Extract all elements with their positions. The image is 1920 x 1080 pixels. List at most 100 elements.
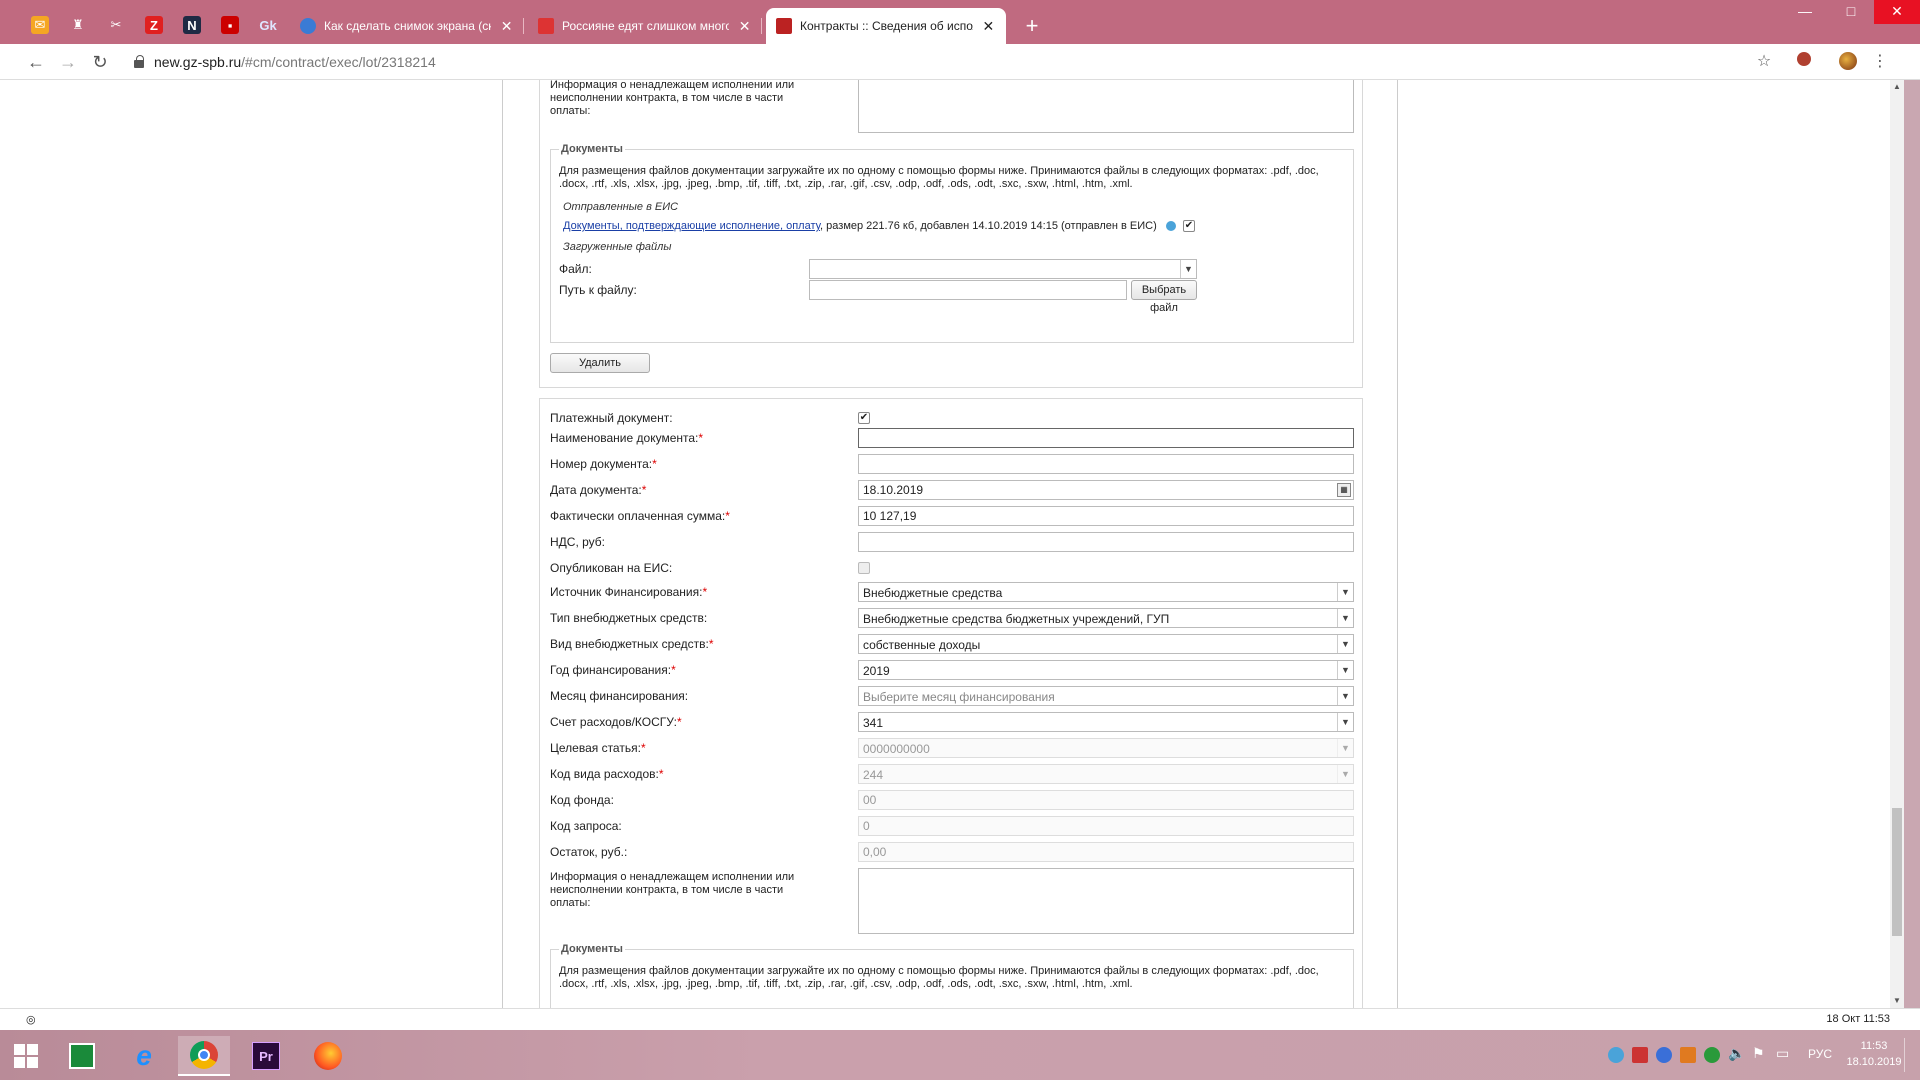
- tab-news[interactable]: Россияне едят слишком много ✕: [528, 8, 762, 44]
- tray-app-icon[interactable]: [1608, 1047, 1624, 1063]
- pinned-tab-2[interactable]: ♜: [60, 10, 96, 40]
- doc-date-label: Дата документа:*: [550, 483, 647, 497]
- payment-doc-checkbox[interactable]: ✔: [858, 412, 870, 424]
- taskbar-chrome[interactable]: [178, 1036, 230, 1076]
- address-bar[interactable]: new.gz-spb.ru/#cm/contract/exec/lot/2318…: [124, 50, 1764, 74]
- pinned-tab-7[interactable]: Gk: [250, 10, 286, 40]
- chevron-down-icon: ▼: [1337, 739, 1353, 757]
- doc-name-input[interactable]: [858, 428, 1354, 448]
- info-textarea[interactable]: [858, 868, 1354, 934]
- payment-record-panel: Платежный документ: ✔ Наименование докум…: [539, 398, 1363, 1008]
- tray-app-icon[interactable]: [1632, 1047, 1648, 1063]
- doc-number-input[interactable]: [858, 454, 1354, 474]
- tray-app-icon[interactable]: [1656, 1047, 1672, 1063]
- maximize-button[interactable]: □: [1828, 0, 1874, 24]
- taskbar-clock[interactable]: 11:53 18.10.2019: [1846, 1038, 1902, 1070]
- scrollbar-thumb[interactable]: [1892, 808, 1902, 936]
- taskbar-premiere[interactable]: Pr: [240, 1036, 292, 1076]
- close-icon[interactable]: ✕: [499, 18, 514, 35]
- expense-type-label: Код вида расходов:*: [550, 767, 664, 781]
- volume-icon[interactable]: 🔈: [1728, 1045, 1745, 1062]
- documents-legend: Документы: [561, 143, 623, 155]
- tray-app-icon[interactable]: [1680, 1047, 1696, 1063]
- chevron-down-icon: ▼: [1337, 713, 1353, 731]
- network-icon[interactable]: ⚑: [1752, 1045, 1765, 1062]
- file-select[interactable]: ▼: [809, 259, 1197, 279]
- start-button[interactable]: [0, 1036, 52, 1076]
- documents-instructions: Для размещения файлов документации загру…: [559, 965, 1319, 990]
- menu-kebab-icon[interactable]: ⋮: [1870, 52, 1890, 72]
- scroll-up-arrow-icon[interactable]: ▲: [1890, 80, 1904, 94]
- funding-month-select[interactable]: Выберите месяц финансирования ▼: [858, 686, 1354, 706]
- extrabudget-kind-select[interactable]: собственные доходы ▼: [858, 634, 1354, 654]
- extrabudget-type-label: Тип внебюджетных средств:: [550, 611, 708, 625]
- show-desktop-button[interactable]: [1904, 1038, 1920, 1072]
- window-close-button[interactable]: ✕: [1874, 0, 1920, 24]
- vat-input[interactable]: [858, 532, 1354, 552]
- internet-explorer-icon: e: [136, 1040, 152, 1071]
- close-icon[interactable]: ✕: [981, 18, 996, 35]
- published-checkbox[interactable]: [858, 562, 870, 574]
- paid-sum-input[interactable]: 10 127,19: [858, 506, 1354, 526]
- doc-number-label: Номер документа:*: [550, 457, 657, 471]
- extrabudget-type-select[interactable]: Внебюджетные средства бюджетных учрежден…: [858, 608, 1354, 628]
- pinned-tab-z[interactable]: Z: [136, 10, 172, 40]
- chevron-down-icon: ▼: [1180, 260, 1196, 278]
- fund-code-label: Код фонда:: [550, 793, 614, 807]
- news-icon: [538, 18, 554, 34]
- pinned-tab-3[interactable]: ✂: [98, 10, 134, 40]
- chrome-icon: [190, 1041, 218, 1069]
- profile-avatar-icon[interactable]: [1838, 52, 1858, 72]
- sent-file-meta: , размер 221.76 кб, добавлен 14.10.2019 …: [820, 220, 1157, 232]
- sent-file-checkbox[interactable]: ✔: [1182, 220, 1195, 233]
- bookmark-star-icon[interactable]: ☆: [1754, 52, 1774, 72]
- tray-shield-icon[interactable]: [1704, 1047, 1720, 1063]
- delete-button[interactable]: Удалить: [550, 353, 650, 373]
- globe-icon: [300, 18, 316, 34]
- new-tab-button[interactable]: +: [1018, 12, 1046, 40]
- pinned-tab-mail[interactable]: ✉: [22, 10, 58, 40]
- sent-heading: Отправленные в ЕИС: [563, 201, 679, 213]
- taskbar-firefox[interactable]: [302, 1036, 354, 1076]
- sent-file-row: Документы, подтверждающие исполнение, оп…: [563, 220, 1195, 233]
- reload-icon[interactable]: ↻: [88, 50, 112, 74]
- funding-year-select[interactable]: 2019 ▼: [858, 660, 1354, 680]
- pinned-tab-6[interactable]: ▪: [212, 10, 248, 40]
- taskbar-store[interactable]: [56, 1036, 108, 1076]
- page-viewport: Информация о ненадлежащем исполнении или…: [0, 80, 1904, 1008]
- tab-screenshot[interactable]: Как сделать снимок экрана (скр ✕: [290, 8, 524, 44]
- taskbar-ie[interactable]: e: [118, 1036, 170, 1076]
- minimize-button[interactable]: —: [1782, 0, 1828, 24]
- store-icon: [69, 1043, 95, 1069]
- funding-source-select[interactable]: Внебюджетные средства ▼: [858, 582, 1354, 602]
- file-path-input[interactable]: [809, 280, 1127, 300]
- vertical-scrollbar[interactable]: ▲ ▼: [1890, 80, 1904, 1008]
- forward-arrow-icon[interactable]: →: [56, 50, 80, 74]
- expense-account-select[interactable]: 341 ▼: [858, 712, 1354, 732]
- close-icon[interactable]: ✕: [737, 18, 752, 35]
- sent-file-link[interactable]: Документы, подтверждающие исполнение, оп…: [563, 220, 820, 232]
- pinned-tab-5[interactable]: N: [174, 10, 210, 40]
- language-indicator[interactable]: РУС: [1808, 1047, 1832, 1061]
- chevron-down-icon: ▼: [1337, 609, 1353, 627]
- choose-file-button[interactable]: Выбрать файл: [1131, 280, 1197, 314]
- path-label: Путь к файлу:: [559, 283, 637, 297]
- tab-contracts[interactable]: Контракты :: Сведения об испол ✕: [766, 8, 1006, 44]
- back-arrow-icon[interactable]: ←: [24, 50, 48, 74]
- gk-logo-icon: Gk: [259, 17, 277, 33]
- extension-icon[interactable]: [1794, 52, 1814, 72]
- target-item-select: 0000000000 ▼: [858, 738, 1354, 758]
- monitor-icon[interactable]: ▭: [1776, 1045, 1789, 1062]
- funding-year-label: Год финансирования:*: [550, 663, 676, 677]
- calendar-icon[interactable]: ▦: [1337, 483, 1351, 497]
- chevron-down-icon: ▼: [1337, 661, 1353, 679]
- doc-date-input[interactable]: 18.10.2019 ▦: [858, 480, 1354, 500]
- expense-type-select: 244 ▼: [858, 764, 1354, 784]
- tool-icon: ✂: [110, 17, 122, 32]
- crest-icon: ♜: [72, 17, 84, 32]
- scroll-down-arrow-icon[interactable]: ▼: [1890, 994, 1904, 1008]
- info-textarea[interactable]: [858, 80, 1354, 133]
- info-label: Информация о ненадлежащем исполнении или…: [550, 80, 795, 117]
- chat-icon: ▪: [221, 16, 239, 34]
- tab-title: Как сделать снимок экрана (скр: [324, 19, 492, 33]
